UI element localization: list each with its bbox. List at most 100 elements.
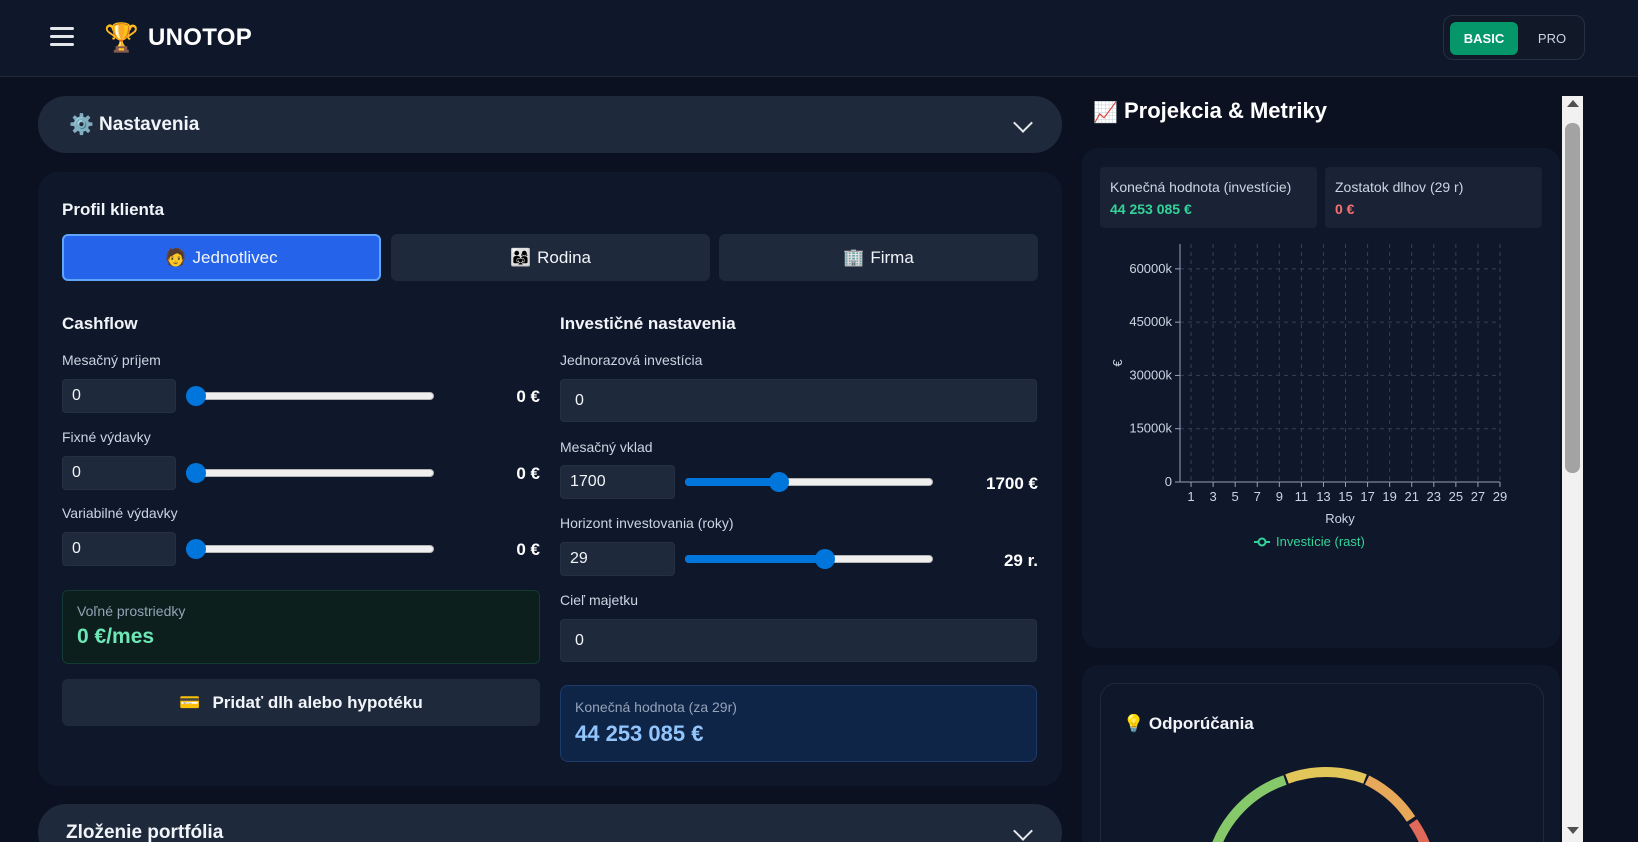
scroll-down-arrow-icon[interactable] xyxy=(1567,827,1579,834)
x-tick-label: 23 xyxy=(1427,489,1441,504)
gauge-segment-yellow xyxy=(1285,766,1367,784)
menu-icon[interactable] xyxy=(50,27,74,47)
horizon-input[interactable]: 29 xyxy=(560,542,675,576)
horizon-value: 29 r. xyxy=(1003,551,1038,570)
settings-panel: Profil klienta 🧑 Jednotlivec 👨‍👩‍👧 Rodin… xyxy=(38,172,1062,786)
fixed-expenses-value: 0 € xyxy=(516,464,540,483)
variable-expenses-input[interactable]: 0 xyxy=(62,532,176,566)
variable-expenses-slider[interactable] xyxy=(186,539,434,559)
fixed-expenses-input[interactable]: 0 xyxy=(62,456,176,490)
projection-title: Projekcia & Metriky xyxy=(1124,98,1327,123)
income-label: Mesačný príjem xyxy=(62,352,161,368)
goal-label: Cieľ majetku xyxy=(560,592,638,608)
chevron-down-icon xyxy=(1013,113,1033,133)
scroll-up-arrow-icon[interactable] xyxy=(1567,100,1579,107)
fixed-expenses-label: Fixné výdavky xyxy=(62,429,151,445)
free-funds-value: 0 €/mes xyxy=(77,625,155,648)
chevron-down-icon xyxy=(1013,821,1033,841)
top-bar: 🏆 UNOTOP BASIC PRO xyxy=(0,0,1638,77)
free-funds-box: Voľné prostriedky 0 €/mes xyxy=(62,590,540,664)
horizon-label: Horizont investovania (roky) xyxy=(560,515,734,531)
settings-title: Nastavenia xyxy=(99,114,200,135)
recommendations-card: 💡 Odporúčania xyxy=(1082,665,1560,842)
x-tick-label: 27 xyxy=(1471,489,1485,504)
trophy-icon: 🏆 xyxy=(104,22,139,53)
slider-thumb[interactable] xyxy=(186,539,206,559)
monthly-deposit-input[interactable]: 1700 xyxy=(560,465,675,499)
income-slider[interactable] xyxy=(186,386,434,406)
profile-title: Profil klienta xyxy=(62,200,165,219)
gauge-chart xyxy=(1212,766,1430,842)
family-icon: 👨‍👩‍👧 xyxy=(509,247,532,267)
monthly-deposit-slider[interactable] xyxy=(685,472,933,492)
legend-marker xyxy=(1257,537,1267,547)
legend-entry: Investície (rast) xyxy=(1276,534,1365,549)
lump-sum-label: Jednorazová investícia xyxy=(560,352,703,368)
x-tick-label: 1 xyxy=(1187,489,1194,504)
y-tick-label: 30000k xyxy=(1129,367,1172,382)
fixed-expenses-slider[interactable] xyxy=(186,463,434,483)
final-value-label: Konečná hodnota (za 29r) xyxy=(575,699,737,715)
slider-thumb[interactable] xyxy=(769,472,790,492)
mode-pro-button[interactable]: PRO xyxy=(1524,22,1580,55)
x-tick-label: 3 xyxy=(1209,489,1216,504)
gauge-segment-red xyxy=(1408,819,1430,842)
metric-label: Konečná hodnota (investície) xyxy=(1110,179,1292,195)
metric-value: 0 € xyxy=(1335,201,1355,217)
person-icon: 🧑 xyxy=(165,247,187,267)
credit-card-icon: 💳 xyxy=(179,692,201,712)
slider-thumb[interactable] xyxy=(186,386,206,406)
cashflow-title: Cashflow xyxy=(62,314,138,333)
horizon-slider[interactable] xyxy=(685,549,933,569)
gauge-segment-green xyxy=(1212,775,1287,842)
mode-toggle: BASIC PRO xyxy=(1443,15,1585,60)
x-tick-label: 13 xyxy=(1316,489,1330,504)
x-tick-label: 15 xyxy=(1338,489,1352,504)
x-tick-label: 29 xyxy=(1493,489,1507,504)
metric-debt-balance: Zostatok dlhov (29 r) 0 € xyxy=(1325,167,1542,228)
y-axis-label: € xyxy=(1110,359,1125,367)
x-tick-label: 5 xyxy=(1232,489,1239,504)
x-tick-label: 25 xyxy=(1449,489,1463,504)
x-tick-label: 7 xyxy=(1254,489,1261,504)
goal-input[interactable]: 0 xyxy=(560,619,1037,662)
profile-family-button[interactable]: 👨‍👩‍👧 Rodina xyxy=(391,234,710,281)
add-debt-button[interactable]: 💳 Pridať dlh alebo hypotéku xyxy=(62,679,540,726)
slider-thumb[interactable] xyxy=(814,549,835,569)
x-tick-label: 19 xyxy=(1382,489,1396,504)
metric-value: 44 253 085 € xyxy=(1110,201,1192,217)
y-tick-label: 0 xyxy=(1165,474,1172,489)
y-tick-label: 45000k xyxy=(1129,314,1172,329)
slider-thumb[interactable] xyxy=(186,463,206,483)
x-tick-label: 17 xyxy=(1360,489,1374,504)
x-tick-label: 9 xyxy=(1276,489,1283,504)
settings-accordion[interactable]: ⚙️ Nastavenia xyxy=(38,96,1062,153)
variable-expenses-value: 0 € xyxy=(516,540,540,559)
scrollbar-thumb[interactable] xyxy=(1565,123,1580,473)
y-tick-label: 15000k xyxy=(1129,421,1172,436)
y-tick-label: 60000k xyxy=(1129,261,1172,276)
income-value: 0 € xyxy=(516,387,540,406)
final-value: 44 253 085 € xyxy=(575,721,704,746)
portfolio-accordion[interactable]: Zloženie portfólia xyxy=(38,804,1062,842)
app-title: UNOTOP xyxy=(148,24,253,51)
investment-title: Investičné nastavenia xyxy=(560,314,736,333)
metric-label: Zostatok dlhov (29 r) xyxy=(1335,179,1464,195)
free-funds-label: Voľné prostriedky xyxy=(77,603,186,619)
scrollbar[interactable] xyxy=(1562,96,1583,842)
x-tick-label: 21 xyxy=(1404,489,1418,504)
profile-company-button[interactable]: 🏢 Firma xyxy=(719,234,1038,281)
monthly-deposit-value: 1700 € xyxy=(986,474,1038,493)
metrics-card: Konečná hodnota (investície) 44 253 085 … xyxy=(1082,148,1560,648)
mode-basic-button[interactable]: BASIC xyxy=(1450,22,1518,55)
final-value-box: Konečná hodnota (za 29r) 44 253 085 € xyxy=(560,685,1037,762)
recommendations-panel: 💡 Odporúčania xyxy=(1100,683,1544,842)
lump-sum-input[interactable]: 0 xyxy=(560,379,1037,422)
projection-chart: 015000k30000k45000k60000k1 3 5 7 9 11 13 15 17 19… xyxy=(1110,244,1507,549)
income-input[interactable]: 0 xyxy=(62,379,176,413)
building-icon: 🏢 xyxy=(843,247,865,267)
gear-icon: ⚙️ xyxy=(69,114,94,136)
profile-individual-button[interactable]: 🧑 Jednotlivec xyxy=(62,234,381,281)
variable-expenses-label: Variabilné výdavky xyxy=(62,505,178,521)
gauge-segment-orange xyxy=(1364,775,1416,822)
